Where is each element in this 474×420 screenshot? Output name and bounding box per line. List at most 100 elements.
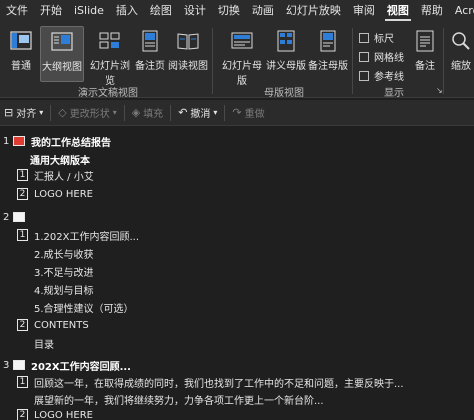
ruler-checkbox[interactable]: 标尺 <box>359 30 394 45</box>
slide-number: 1 <box>3 135 10 147</box>
ribbon-tab-bar: 文件 开始 iSlide 插入 绘图 设计 切换 动画 幻灯片放映 审阅 视图 … <box>0 0 474 22</box>
zoom-button[interactable]: 缩放 <box>448 26 474 82</box>
normal-view-button[interactable]: 普通 <box>6 26 36 82</box>
outline-item[interactable]: 3.不足与改进 <box>34 262 94 280</box>
outline-item[interactable]: 2.成长与收获 <box>34 244 94 262</box>
outline-item[interactable]: 1 汇报人 / 小艾 <box>17 166 94 184</box>
gridlines-checkbox-label: 网格线 <box>374 53 404 64</box>
tab-acrobat[interactable]: Acrob <box>449 0 474 22</box>
level-marker: 1 <box>17 229 28 241</box>
tab-insert[interactable]: 插入 <box>110 0 144 22</box>
outline-item-text: LOGO HERE <box>34 409 93 420</box>
slide-master-label: 幻灯片母版 <box>222 61 262 87</box>
outline-item[interactable]: 1 1.202X工作内容回顾... <box>17 226 139 244</box>
tab-draw[interactable]: 绘图 <box>144 0 178 22</box>
slide-thumbnail-icon[interactable] <box>13 212 25 222</box>
guides-checkbox-label: 参考线 <box>374 72 404 83</box>
handout-master-label: 讲义母版 <box>266 61 306 72</box>
outline-item-text: LOGO HERE <box>34 188 93 200</box>
handout-master-icon <box>277 30 295 52</box>
notes-master-label: 备注母版 <box>308 61 348 72</box>
outline-item-text: 汇报人 / 小艾 <box>34 171 94 183</box>
slide-number: 3 <box>3 359 10 371</box>
reading-view-button[interactable]: 阅读视图 <box>168 26 208 82</box>
slide-sorter-icon <box>99 32 120 49</box>
master-views-group-label: 母版视图 <box>264 88 304 99</box>
outline-item-text: 3.不足与改进 <box>34 267 94 279</box>
outline-item[interactable]: 2 CONTENTS <box>17 316 89 334</box>
notes-master-button[interactable]: 备注母版 <box>308 26 348 82</box>
slide-thumbnail-icon[interactable] <box>13 360 25 370</box>
outline-item[interactable]: 4.规划与目标 <box>34 280 94 298</box>
fill-button[interactable]: ◈ 填充 <box>128 100 167 126</box>
notes-label: 备注 <box>415 61 435 72</box>
notes-page-button[interactable]: 备注页 <box>134 26 166 82</box>
slide-title[interactable]: 我的工作总结报告 <box>31 134 111 149</box>
quick-access-toolbar: ⊟ 对齐 ▾ ◇ 更改形状 ▾ ◈ 填充 ↶ 撤消 ▾ ↷ 重做 <box>0 100 474 126</box>
chevron-down-icon: ▾ <box>39 108 44 117</box>
outline-item-text: 目录 <box>34 339 54 351</box>
notes-page-label: 备注页 <box>135 61 165 72</box>
tab-slideshow[interactable]: 幻灯片放映 <box>280 0 347 22</box>
slide-number: 2 <box>3 211 10 223</box>
outline-item[interactable]: 目录 <box>34 334 54 352</box>
outline-item-text: 回顾这一年，在取得成绩的同时，我们也找到了工作中的不足和问题，主要反映于... <box>34 378 404 390</box>
tab-islide[interactable]: iSlide <box>68 0 110 22</box>
gridlines-checkbox-box[interactable] <box>359 51 369 62</box>
undo-label: 撤消 <box>190 109 211 120</box>
outline-item[interactable]: 5.合理性建议（可选） <box>34 298 134 316</box>
outline-slide-3[interactable]: 3 202X工作内容回顾... <box>3 356 131 374</box>
toolbar-divider <box>170 104 172 121</box>
tab-file[interactable]: 文件 <box>0 0 34 22</box>
undo-button[interactable]: ↶ 撤消 ▾ <box>174 100 221 126</box>
slide-sorter-button[interactable]: 幻灯片浏览 <box>86 26 134 87</box>
guides-checkbox-box[interactable] <box>359 70 369 81</box>
notes-icon <box>416 30 434 52</box>
ribbon-divider <box>212 28 213 94</box>
slide-thumbnail-icon[interactable] <box>13 136 25 146</box>
slide-master-icon <box>231 32 253 49</box>
outline-item-text: 4.规划与目标 <box>34 285 94 297</box>
toolbar-divider <box>224 104 226 121</box>
slide-master-button[interactable]: 幻灯片母版 <box>218 26 266 87</box>
outline-view-button[interactable]: 大纲视图 <box>40 26 84 82</box>
tab-view[interactable]: 视图 <box>381 0 415 22</box>
tab-review[interactable]: 审阅 <box>347 0 381 22</box>
outline-item[interactable]: 2 LOGO HERE <box>17 406 93 420</box>
normal-view-icon <box>10 31 32 50</box>
tab-transitions[interactable]: 切换 <box>212 0 246 22</box>
toolbar-divider <box>123 104 125 121</box>
level-marker: 2 <box>17 319 28 331</box>
slide-title[interactable]: 202X工作内容回顾... <box>31 358 131 373</box>
handout-master-button[interactable]: 讲义母版 <box>266 26 306 82</box>
gridlines-checkbox[interactable]: 网格线 <box>359 49 404 64</box>
ribbon-divider <box>443 28 444 94</box>
chevron-down-icon: ▾ <box>213 108 218 117</box>
guides-checkbox[interactable]: 参考线 <box>359 68 404 83</box>
outline-item[interactable]: 2 LOGO HERE <box>17 185 93 203</box>
notes-page-icon <box>142 30 158 52</box>
notes-button[interactable]: 备注 <box>410 26 440 82</box>
tab-design[interactable]: 设计 <box>178 0 212 22</box>
outline-pane[interactable]: 1 我的工作总结报告 通用大纲版本 1 汇报人 / 小艾 2 LOGO HERE… <box>0 128 474 420</box>
outline-slide-2[interactable]: 2 <box>3 208 31 226</box>
outline-slide-1[interactable]: 1 我的工作总结报告 <box>3 132 111 150</box>
outline-item-text: 2.成长与收获 <box>34 249 94 261</box>
align-button[interactable]: ⊟ 对齐 ▾ <box>0 100 47 126</box>
outline-item-text: 5.合理性建议（可选） <box>34 303 134 315</box>
toolbar-divider <box>50 104 52 121</box>
reading-view-label: 阅读视图 <box>168 61 208 72</box>
ruler-checkbox-box[interactable] <box>359 32 369 43</box>
tab-animations[interactable]: 动画 <box>246 0 280 22</box>
normal-view-label: 普通 <box>11 61 31 72</box>
tab-home[interactable]: 开始 <box>34 0 68 22</box>
show-dialog-launcher-icon[interactable]: ↘ <box>436 86 443 95</box>
level-marker: 2 <box>17 188 28 200</box>
undo-icon: ↶ <box>178 106 188 119</box>
change-shape-button[interactable]: ◇ 更改形状 ▾ <box>54 100 120 126</box>
redo-button[interactable]: ↷ 重做 <box>228 100 268 126</box>
ruler-checkbox-label: 标尺 <box>374 34 394 45</box>
outline-item[interactable]: 1 回顾这一年，在取得成绩的同时，我们也找到了工作中的不足和问题，主要反映于..… <box>17 373 404 391</box>
fill-label: 填充 <box>143 109 164 120</box>
tab-help[interactable]: 帮助 <box>415 0 449 22</box>
